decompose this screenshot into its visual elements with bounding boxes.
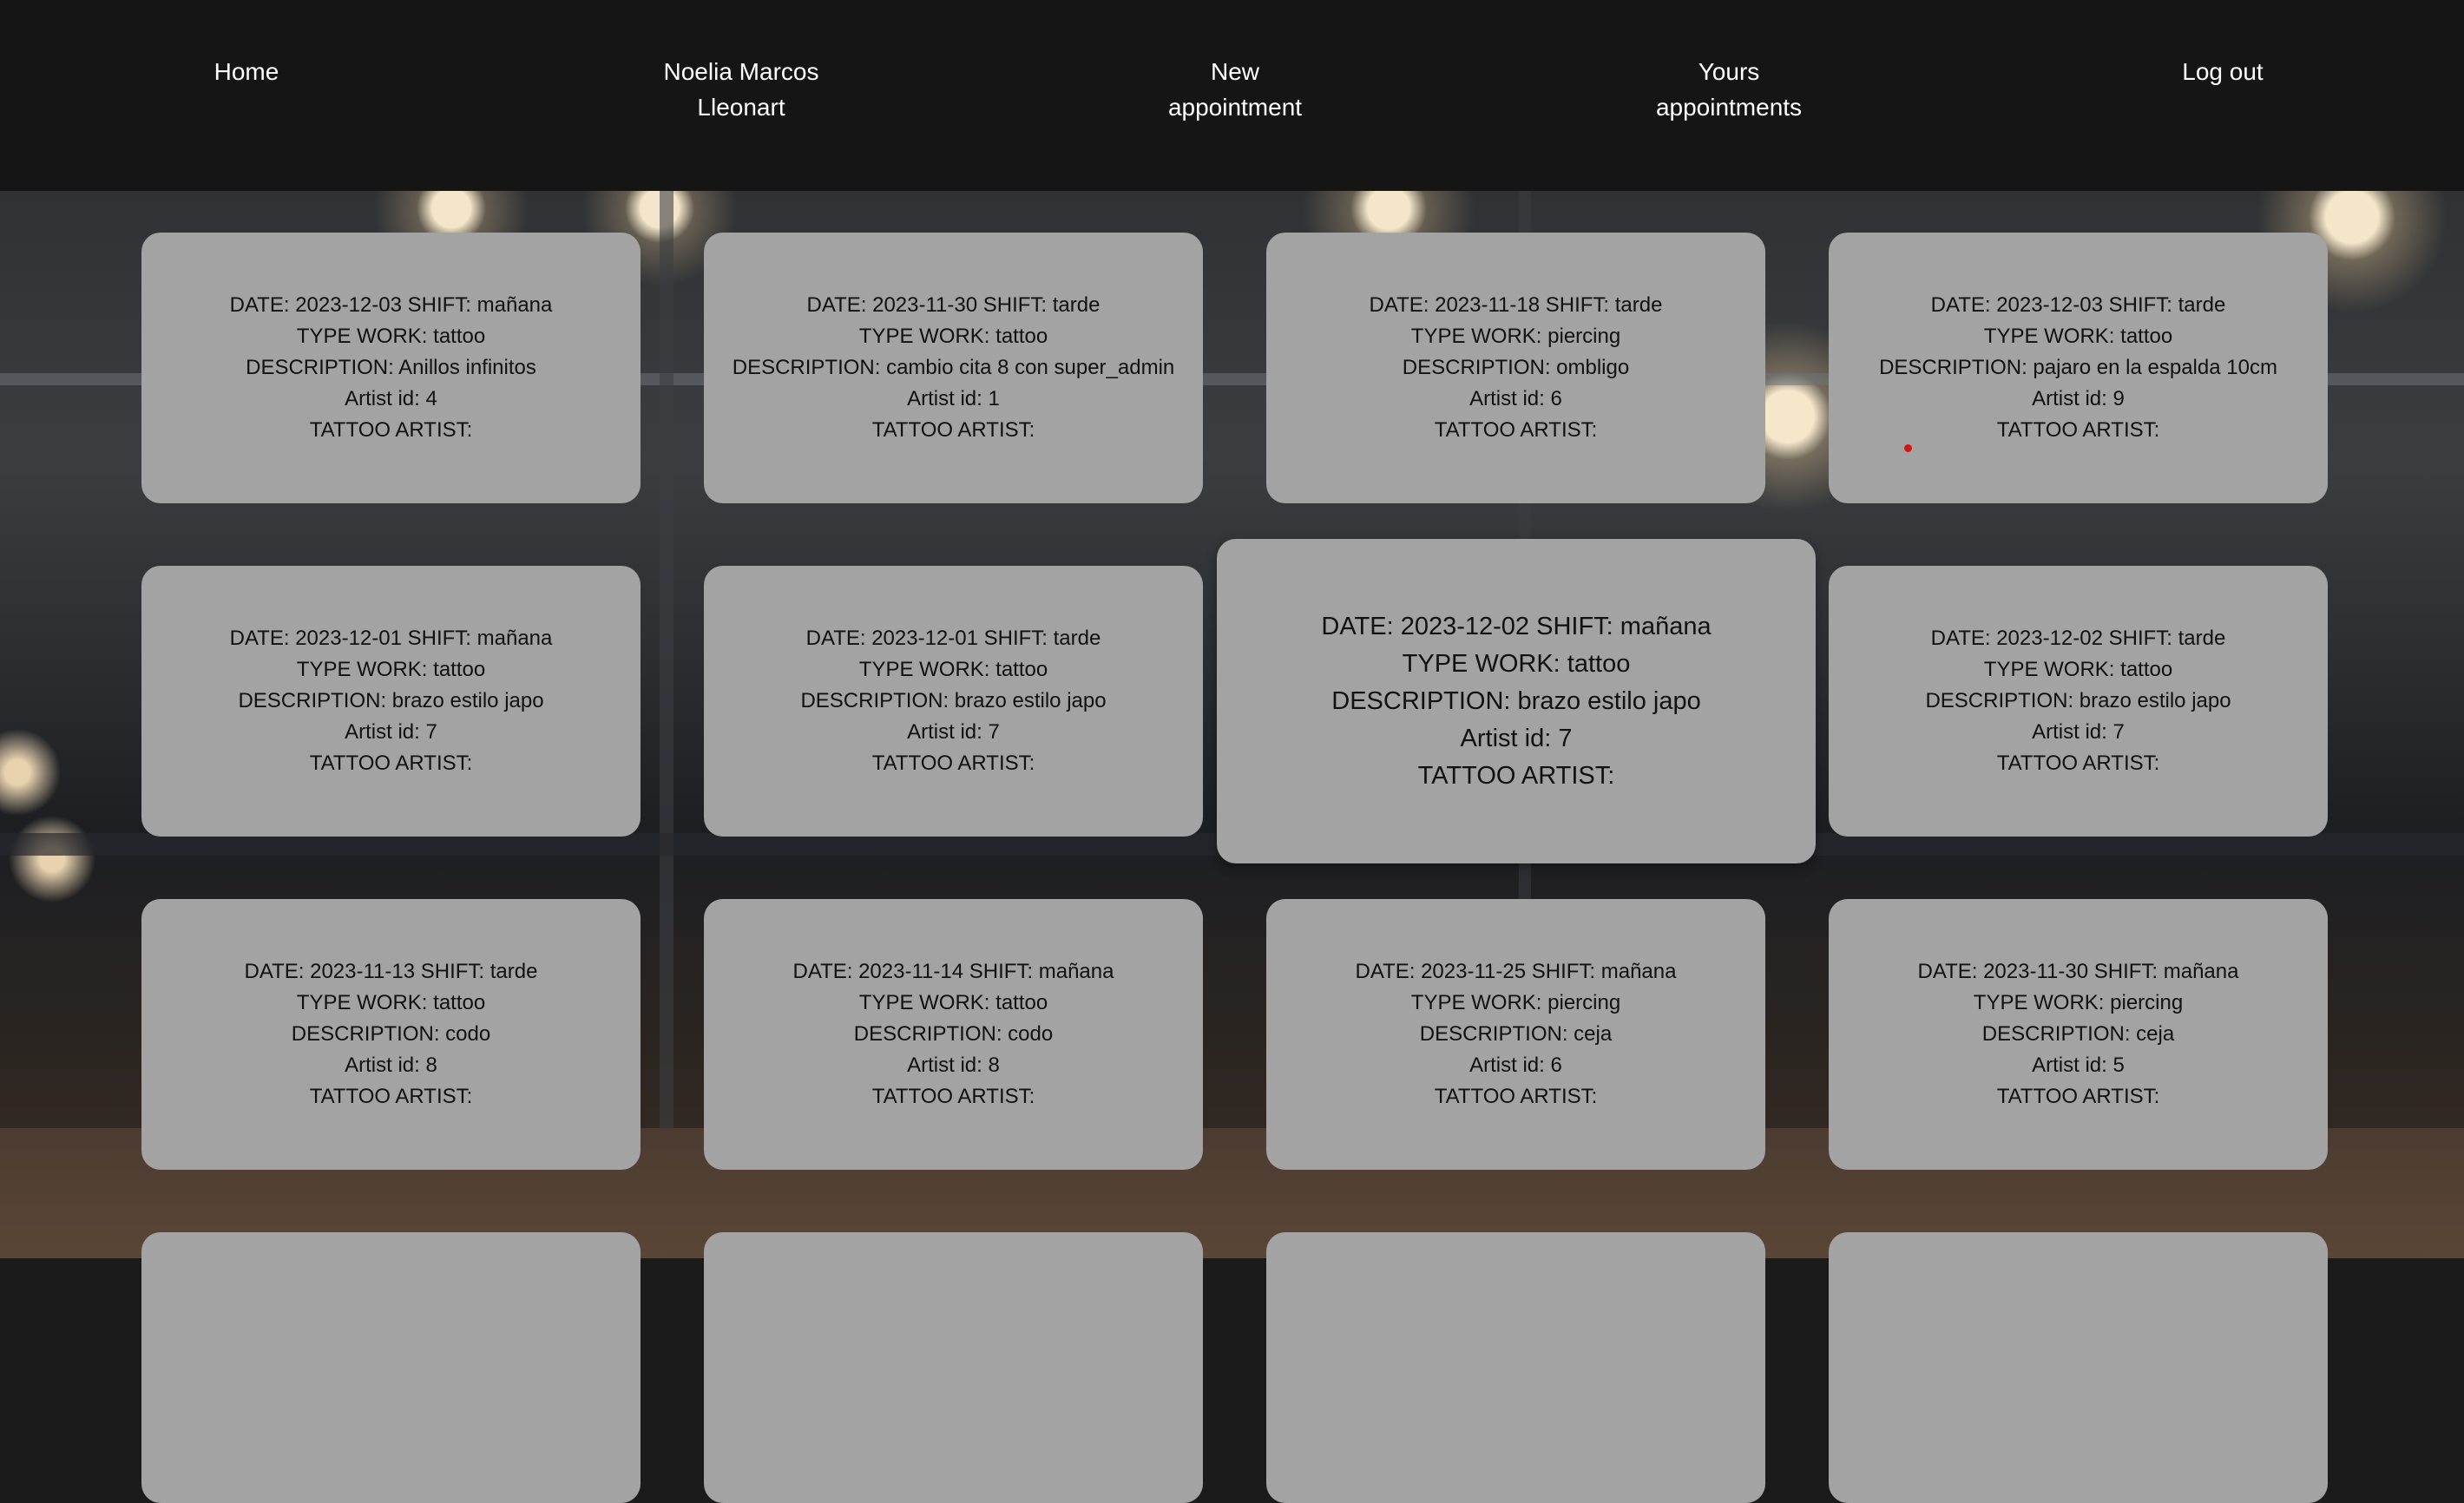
appointment-card[interactable]: DATE: 2023-12-02 SHIFT: mañana TYPE WORK:… [1217, 539, 1816, 863]
navbar: Home Noelia Marcos Lleonart New appointm… [0, 0, 2464, 191]
nav-user-profile-link[interactable]: Noelia Marcos Lleonart [585, 54, 897, 125]
appointment-card-partial[interactable] [141, 1232, 641, 1503]
appointment-artist-id: Artist id: 9 [2032, 387, 2125, 410]
appointment-date-shift: DATE: 2023-11-30 SHIFT: mañana [1917, 960, 2239, 983]
appointment-card[interactable]: DATE: 2023-11-13 SHIFT: tarde TYPE WORK: … [141, 899, 641, 1170]
appointment-date-shift: DATE: 2023-11-13 SHIFT: tarde [244, 960, 538, 983]
appointment-type-work: TYPE WORK: piercing [1410, 991, 1621, 1014]
appointment-tattoo-artist: TATTOO ARTIST: [871, 418, 1035, 442]
appointment-artist-id: Artist id: 8 [345, 1053, 437, 1077]
appointment-card[interactable]: DATE: 2023-11-30 SHIFT: tarde TYPE WORK: … [704, 233, 1203, 503]
appointment-date-shift: DATE: 2023-11-25 SHIFT: mañana [1355, 960, 1677, 983]
appointment-tattoo-artist: TATTOO ARTIST: [309, 752, 473, 775]
appointment-description: DESCRIPTION: brazo estilo japo [800, 689, 1107, 712]
appointment-card[interactable]: DATE: 2023-11-25 SHIFT: mañana TYPE WORK:… [1266, 899, 1765, 1170]
appointment-artist-id: Artist id: 7 [345, 720, 437, 744]
appointment-artist-id: Artist id: 4 [345, 387, 437, 410]
appointment-tattoo-artist: TATTOO ARTIST: [1434, 418, 1598, 442]
appointment-tattoo-artist: TATTOO ARTIST: [871, 752, 1035, 775]
appointment-tattoo-artist: TATTOO ARTIST: [1996, 418, 2160, 442]
appointment-tattoo-artist: TATTOO ARTIST: [871, 1085, 1035, 1108]
appointment-card-partial[interactable] [1266, 1232, 1765, 1503]
appointment-type-work: TYPE WORK: tattoo [858, 325, 1048, 348]
appointment-artist-id: Artist id: 7 [907, 720, 1000, 744]
appointment-card[interactable]: DATE: 2023-12-02 SHIFT: tarde TYPE WORK: … [1829, 566, 2328, 837]
appointment-card[interactable]: DATE: 2023-12-03 SHIFT: tarde TYPE WORK: … [1829, 233, 2328, 503]
appointment-description: DESCRIPTION: brazo estilo japo [1925, 689, 2231, 712]
appointment-tattoo-artist: TATTOO ARTIST: [1434, 1085, 1598, 1108]
appointment-date-shift: DATE: 2023-12-02 SHIFT: tarde [1930, 627, 2226, 650]
appointment-type-work: TYPE WORK: tattoo [296, 325, 486, 348]
appointment-artist-id: Artist id: 6 [1469, 387, 1562, 410]
appointment-card[interactable]: DATE: 2023-12-01 SHIFT: tarde TYPE WORK: … [704, 566, 1203, 837]
appointment-artist-id: Artist id: 7 [1460, 724, 1573, 752]
appointment-tattoo-artist: TATTOO ARTIST: [1996, 752, 2160, 775]
ceiling-pillar [660, 191, 673, 1258]
appointment-description: DESCRIPTION: codo [291, 1022, 491, 1046]
appointment-card[interactable]: DATE: 2023-12-01 SHIFT: mañana TYPE WORK:… [141, 566, 641, 837]
nav-yours-appointments-link[interactable]: Yours appointments [1573, 54, 1885, 125]
appointment-date-shift: DATE: 2023-12-03 SHIFT: mañana [229, 293, 553, 317]
appointment-description: DESCRIPTION: cambio cita 8 con super_adm… [732, 356, 1175, 379]
appointment-tattoo-artist: TATTOO ARTIST: [309, 1085, 473, 1108]
appointment-description: DESCRIPTION: pajaro en la espalda 10cm [1879, 356, 2277, 379]
appointment-date-shift: DATE: 2023-12-01 SHIFT: mañana [229, 627, 553, 650]
appointment-description: DESCRIPTION: brazo estilo japo [1331, 686, 1701, 715]
appointment-card-partial[interactable] [1829, 1232, 2328, 1503]
appointment-description: DESCRIPTION: brazo estilo japo [238, 689, 544, 712]
appointment-card-partial[interactable] [704, 1232, 1203, 1503]
appointment-date-shift: DATE: 2023-11-18 SHIFT: tarde [1369, 293, 1663, 317]
appointment-tattoo-artist: TATTOO ARTIST: [1417, 761, 1615, 790]
nav-logout-link[interactable]: Log out [2066, 54, 2379, 89]
appointment-description: DESCRIPTION: ceja [1419, 1022, 1613, 1046]
appointment-description: DESCRIPTION: ombligo [1402, 356, 1630, 379]
appointment-date-shift: DATE: 2023-12-02 SHIFT: mañana [1321, 612, 1712, 640]
appointment-tattoo-artist: TATTOO ARTIST: [309, 418, 473, 442]
appointment-description: DESCRIPTION: ceja [1981, 1022, 2175, 1046]
appointment-tattoo-artist: TATTOO ARTIST: [1996, 1085, 2160, 1108]
appointment-type-work: TYPE WORK: tattoo [1402, 649, 1631, 678]
appointment-type-work: TYPE WORK: piercing [1410, 325, 1621, 348]
appointment-artist-id: Artist id: 6 [1469, 1053, 1562, 1077]
appointment-card[interactable]: DATE: 2023-11-18 SHIFT: tarde TYPE WORK: … [1266, 233, 1765, 503]
appointment-artist-id: Artist id: 1 [907, 387, 1000, 410]
appointment-type-work: TYPE WORK: tattoo [296, 991, 486, 1014]
appointment-artist-id: Artist id: 8 [907, 1053, 1000, 1077]
appointment-description: DESCRIPTION: codo [853, 1022, 1054, 1046]
appointment-date-shift: DATE: 2023-11-14 SHIFT: mañana [792, 960, 1114, 983]
appointment-artist-id: Artist id: 7 [2032, 720, 2125, 744]
appointment-type-work: TYPE WORK: tattoo [1983, 658, 2173, 681]
appointment-type-work: TYPE WORK: tattoo [296, 658, 486, 681]
appointment-type-work: TYPE WORK: tattoo [858, 991, 1048, 1014]
appointment-type-work: TYPE WORK: tattoo [1983, 325, 2173, 348]
appointment-description: DESCRIPTION: Anillos infinitos [246, 356, 536, 379]
nav-new-appointment-link[interactable]: New appointment [1079, 54, 1391, 125]
appointment-date-shift: DATE: 2023-12-03 SHIFT: tarde [1930, 293, 2226, 317]
appointment-date-shift: DATE: 2023-12-01 SHIFT: tarde [805, 627, 1101, 650]
appointment-card[interactable]: DATE: 2023-11-30 SHIFT: mañana TYPE WORK:… [1829, 899, 2328, 1170]
cursor-marker [1904, 444, 1912, 452]
appointment-type-work: TYPE WORK: tattoo [858, 658, 1048, 681]
appointment-artist-id: Artist id: 5 [2032, 1053, 2125, 1077]
appointment-type-work: TYPE WORK: piercing [1973, 991, 2184, 1014]
appointment-date-shift: DATE: 2023-11-30 SHIFT: tarde [806, 293, 1101, 317]
nav-home-link[interactable]: Home [90, 54, 403, 89]
appointment-card[interactable]: DATE: 2023-11-14 SHIFT: mañana TYPE WORK:… [704, 899, 1203, 1170]
appointment-card[interactable]: DATE: 2023-12-03 SHIFT: mañana TYPE WORK:… [141, 233, 641, 503]
